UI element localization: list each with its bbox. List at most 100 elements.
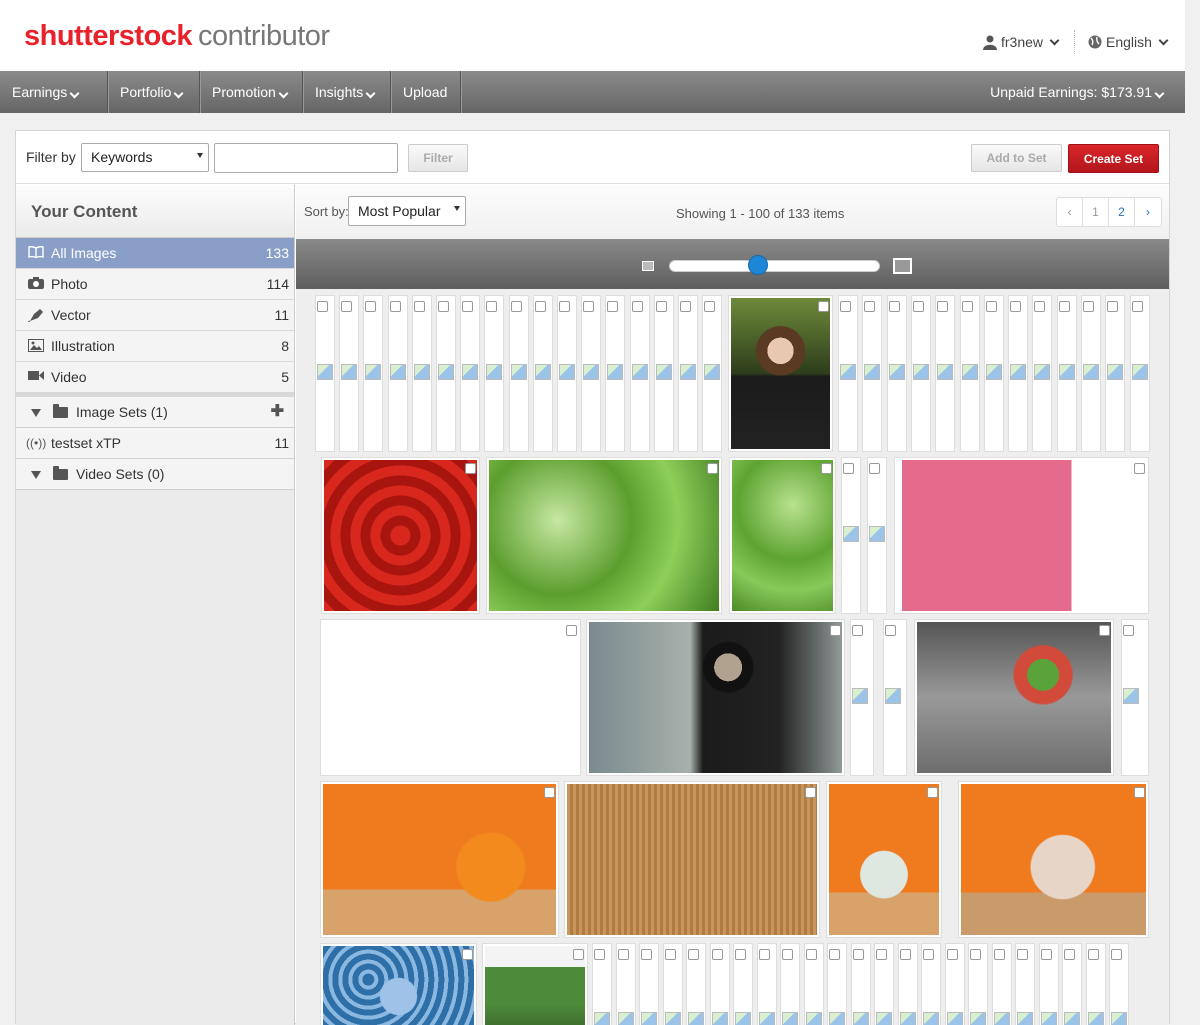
image-tile[interactable] bbox=[1038, 943, 1059, 1025]
image-tile[interactable] bbox=[1121, 619, 1149, 776]
image-tile[interactable] bbox=[702, 295, 723, 452]
image-tile[interactable] bbox=[1056, 295, 1077, 452]
select-checkbox[interactable] bbox=[937, 301, 949, 312]
image-tile[interactable] bbox=[678, 295, 698, 452]
image-tile[interactable] bbox=[862, 295, 883, 452]
image-tile[interactable] bbox=[436, 295, 456, 452]
image-tile[interactable] bbox=[532, 295, 553, 452]
image-tile[interactable] bbox=[484, 295, 505, 452]
sort-select[interactable]: Most Popular bbox=[348, 196, 466, 226]
select-checkbox[interactable] bbox=[1034, 301, 1046, 312]
select-checkbox[interactable] bbox=[843, 463, 854, 474]
select-checkbox[interactable] bbox=[1058, 301, 1070, 312]
select-checkbox[interactable] bbox=[583, 301, 595, 312]
image-tile[interactable] bbox=[460, 295, 481, 452]
next-page-button[interactable]: › bbox=[1135, 198, 1161, 226]
image-tile[interactable] bbox=[756, 943, 777, 1025]
image-tile[interactable] bbox=[1015, 943, 1035, 1025]
select-checkbox[interactable] bbox=[573, 949, 584, 960]
image-tile[interactable] bbox=[315, 295, 335, 452]
image-tile[interactable] bbox=[733, 943, 753, 1025]
create-set-button[interactable]: Create Set bbox=[1068, 144, 1159, 173]
select-checkbox[interactable] bbox=[341, 301, 353, 312]
image-sets-header[interactable]: Image Sets (1) ✚ bbox=[16, 397, 294, 428]
select-checkbox[interactable] bbox=[927, 787, 938, 798]
image-tile[interactable] bbox=[914, 619, 1114, 776]
nav-insights[interactable]: Insights bbox=[303, 71, 391, 113]
image-tile[interactable] bbox=[586, 619, 845, 776]
image-tile[interactable] bbox=[944, 943, 965, 1025]
select-checkbox[interactable] bbox=[830, 625, 841, 636]
set-item-testset[interactable]: ((•)) testset xTP 11 bbox=[16, 428, 294, 459]
image-tile[interactable] bbox=[729, 457, 836, 614]
sidebar-item-video[interactable]: Video 5 bbox=[16, 362, 294, 393]
image-tile[interactable] bbox=[1032, 295, 1053, 452]
prev-page-button[interactable]: ‹ bbox=[1057, 198, 1083, 226]
select-checkbox[interactable] bbox=[970, 949, 981, 960]
select-checkbox[interactable] bbox=[594, 949, 605, 960]
large-thumbnail-icon[interactable] bbox=[893, 258, 912, 274]
select-checkbox[interactable] bbox=[559, 301, 570, 312]
select-checkbox[interactable] bbox=[1134, 787, 1145, 798]
image-tile[interactable] bbox=[557, 295, 577, 452]
image-tile[interactable] bbox=[592, 943, 612, 1025]
select-checkbox[interactable] bbox=[1123, 625, 1134, 636]
select-checkbox[interactable] bbox=[912, 301, 924, 312]
page-1[interactable]: 1 bbox=[1083, 198, 1109, 226]
select-checkbox[interactable] bbox=[852, 949, 864, 960]
select-checkbox[interactable] bbox=[1099, 625, 1110, 636]
image-tile[interactable] bbox=[639, 943, 659, 1025]
select-checkbox[interactable] bbox=[852, 625, 863, 636]
select-checkbox[interactable] bbox=[631, 301, 643, 312]
select-checkbox[interactable] bbox=[389, 301, 401, 312]
image-tile[interactable] bbox=[321, 457, 480, 614]
select-checkbox[interactable] bbox=[782, 949, 793, 960]
select-checkbox[interactable] bbox=[566, 625, 577, 636]
select-checkbox[interactable] bbox=[462, 301, 474, 312]
select-checkbox[interactable] bbox=[680, 301, 691, 312]
select-checkbox[interactable] bbox=[1040, 949, 1052, 960]
page-2[interactable]: 2 bbox=[1109, 198, 1135, 226]
video-sets-header[interactable]: Video Sets (0) bbox=[16, 459, 294, 490]
image-tile[interactable] bbox=[581, 295, 602, 452]
image-tile[interactable] bbox=[482, 943, 588, 1025]
select-checkbox[interactable] bbox=[876, 949, 887, 960]
select-checkbox[interactable] bbox=[1017, 949, 1028, 960]
image-tile[interactable] bbox=[629, 295, 650, 452]
select-checkbox[interactable] bbox=[1087, 949, 1099, 960]
image-tile[interactable] bbox=[653, 295, 674, 452]
image-tile[interactable] bbox=[874, 943, 894, 1025]
select-checkbox[interactable] bbox=[829, 949, 840, 960]
select-checkbox[interactable] bbox=[1010, 301, 1022, 312]
image-tile[interactable] bbox=[662, 943, 683, 1025]
image-tile[interactable] bbox=[615, 943, 636, 1025]
image-tile[interactable] bbox=[1062, 943, 1082, 1025]
image-tile[interactable] bbox=[508, 295, 529, 452]
image-tile[interactable] bbox=[728, 295, 833, 452]
image-tile[interactable] bbox=[1109, 943, 1129, 1025]
select-checkbox[interactable] bbox=[704, 301, 716, 312]
select-checkbox[interactable] bbox=[544, 787, 555, 798]
select-checkbox[interactable] bbox=[805, 949, 817, 960]
image-tile[interactable] bbox=[897, 943, 918, 1025]
select-checkbox[interactable] bbox=[1131, 301, 1143, 312]
image-tile[interactable] bbox=[1105, 295, 1126, 452]
image-tile[interactable] bbox=[991, 943, 1012, 1025]
image-tile[interactable] bbox=[983, 295, 1004, 452]
image-tile[interactable] bbox=[387, 295, 408, 452]
select-checkbox[interactable] bbox=[923, 949, 934, 960]
image-tile[interactable] bbox=[827, 943, 847, 1025]
select-checkbox[interactable] bbox=[413, 301, 425, 312]
select-checkbox[interactable] bbox=[617, 949, 629, 960]
select-checkbox[interactable] bbox=[869, 463, 880, 474]
image-tile[interactable] bbox=[850, 943, 871, 1025]
small-thumbnail-icon[interactable] bbox=[642, 261, 654, 271]
select-checkbox[interactable] bbox=[821, 463, 832, 474]
image-tile[interactable] bbox=[320, 943, 477, 1025]
image-tile[interactable] bbox=[320, 619, 581, 776]
select-checkbox[interactable] bbox=[946, 949, 958, 960]
select-checkbox[interactable] bbox=[899, 949, 911, 960]
select-checkbox[interactable] bbox=[1111, 949, 1122, 960]
image-tile[interactable] bbox=[363, 295, 384, 452]
filter-button[interactable]: Filter bbox=[408, 144, 468, 172]
